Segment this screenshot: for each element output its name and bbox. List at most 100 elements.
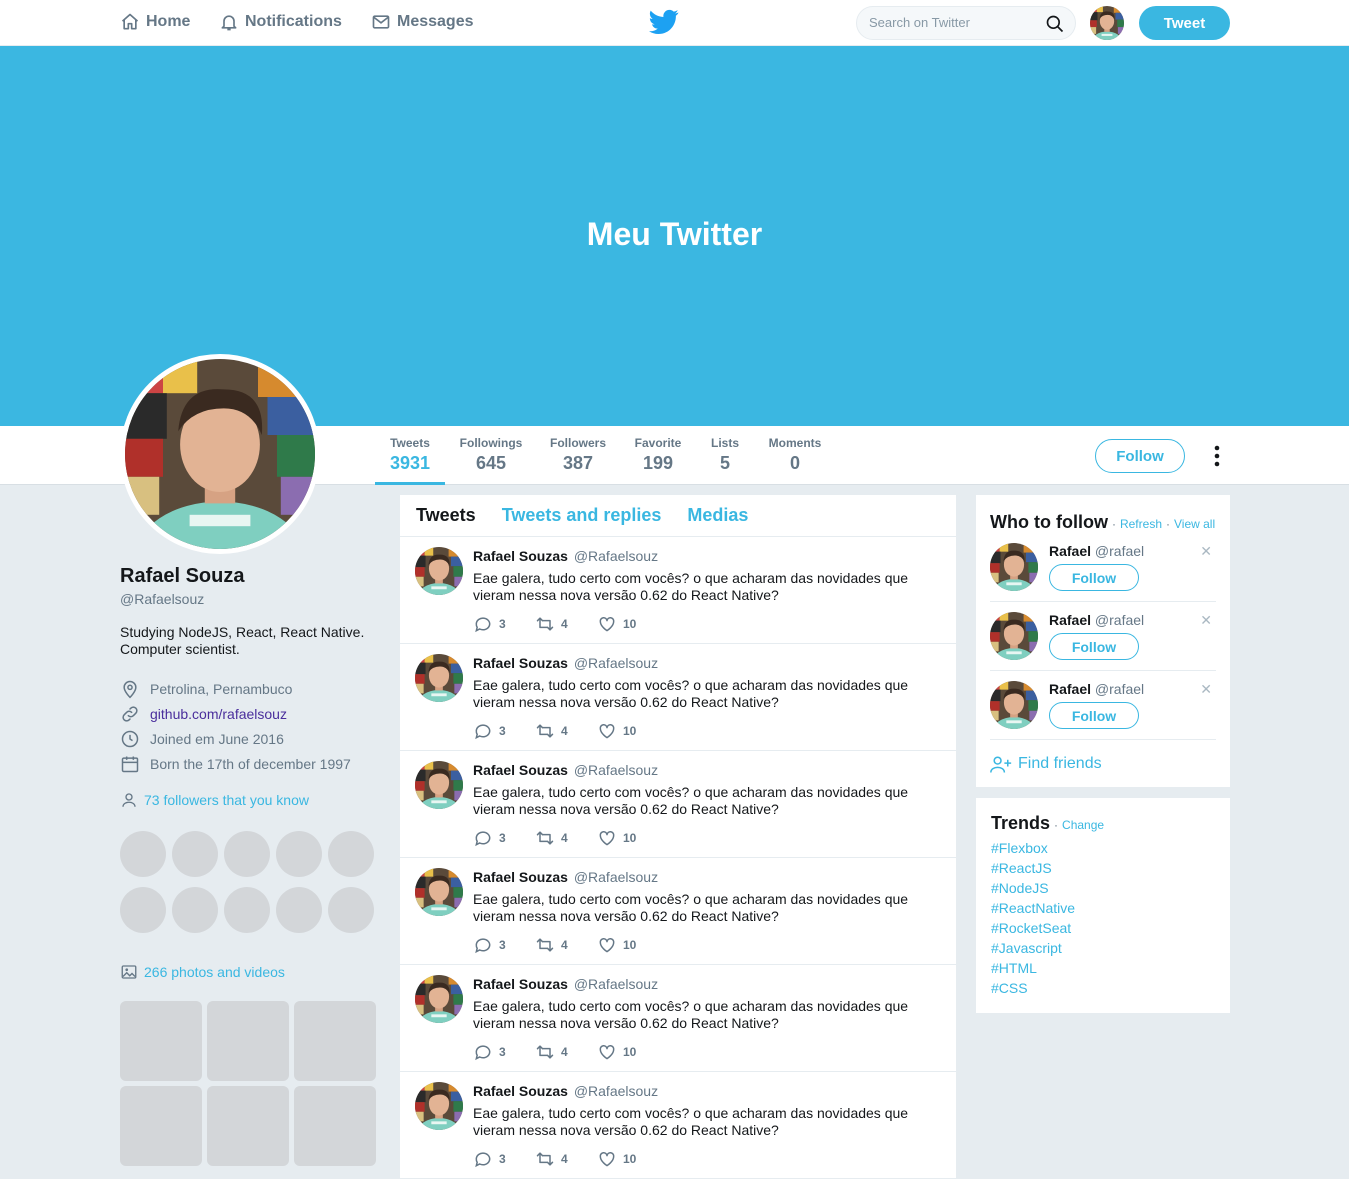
- stat-lists[interactable]: Lists 5: [708, 426, 742, 485]
- suggestion-name[interactable]: Rafael: [1049, 612, 1091, 628]
- photo-placeholder[interactable]: [207, 1086, 289, 1166]
- trend-item[interactable]: #CSS: [991, 978, 1215, 998]
- tweet-avatar[interactable]: [415, 868, 463, 916]
- tweet-item[interactable]: Rafael Souzas @Rafaelsouz Eae galera, tu…: [400, 858, 956, 965]
- reply-button[interactable]: 3: [473, 1149, 513, 1169]
- retweet-button[interactable]: 4: [535, 1042, 575, 1062]
- tab-tweets[interactable]: Tweets: [416, 505, 476, 526]
- tweet-author-handle[interactable]: @Rafaelsouz: [574, 548, 658, 564]
- suggestion-follow-button[interactable]: Follow: [1049, 702, 1139, 729]
- trend-item[interactable]: #RocketSeat: [991, 918, 1215, 938]
- trend-item[interactable]: #Flexbox: [991, 838, 1215, 858]
- tweet-author-name[interactable]: Rafael Souzas: [473, 762, 568, 778]
- dismiss-icon[interactable]: ✕: [1200, 681, 1212, 698]
- like-button[interactable]: 10: [597, 721, 637, 741]
- like-button[interactable]: 10: [597, 1149, 637, 1169]
- followers-you-know-link[interactable]: 73 followers that you know: [120, 791, 380, 809]
- trend-item[interactable]: #ReactJS: [991, 858, 1215, 878]
- photos-videos-link[interactable]: 266 photos and videos: [120, 963, 380, 981]
- tweet-avatar[interactable]: [415, 654, 463, 702]
- suggestion-avatar[interactable]: [990, 543, 1038, 591]
- retweet-button[interactable]: 4: [535, 721, 575, 741]
- tweet-item[interactable]: Rafael Souzas @Rafaelsouz Eae galera, tu…: [400, 751, 956, 858]
- view-all-link[interactable]: View all: [1174, 517, 1215, 531]
- suggestion-name[interactable]: Rafael: [1049, 681, 1091, 697]
- trend-item[interactable]: #Javascript: [991, 938, 1215, 958]
- reply-button[interactable]: 3: [473, 721, 513, 741]
- tweet-author-handle[interactable]: @Rafaelsouz: [574, 655, 658, 671]
- photo-placeholder[interactable]: [294, 1086, 376, 1166]
- follower-avatar-placeholder[interactable]: [328, 831, 374, 877]
- tweet-author-handle[interactable]: @Rafaelsouz: [574, 762, 658, 778]
- tweet-author-name[interactable]: Rafael Souzas: [473, 655, 568, 671]
- like-button[interactable]: 10: [597, 614, 637, 634]
- tweet-author-name[interactable]: Rafael Souzas: [473, 976, 568, 992]
- stat-followers[interactable]: Followers 387: [548, 426, 608, 485]
- nav-notifications[interactable]: Notifications: [219, 12, 342, 32]
- find-friends-text[interactable]: Find friends: [1018, 755, 1102, 773]
- follower-avatar-placeholder[interactable]: [276, 831, 322, 877]
- tab-medias[interactable]: Medias: [687, 505, 748, 526]
- tweet-author-name[interactable]: Rafael Souzas: [473, 1083, 568, 1099]
- tweet-avatar[interactable]: [415, 761, 463, 809]
- tweet-item[interactable]: Rafael Souzas @Rafaelsouz Eae galera, tu…: [400, 644, 956, 751]
- profile-avatar[interactable]: [120, 354, 320, 554]
- stat-favorite[interactable]: Favorite 199: [633, 426, 683, 485]
- stat-moments[interactable]: Moments 0: [766, 426, 824, 485]
- follower-avatar-placeholder[interactable]: [172, 887, 218, 933]
- retweet-button[interactable]: 4: [535, 935, 575, 955]
- follower-avatar-placeholder[interactable]: [224, 831, 270, 877]
- follower-avatar-placeholder[interactable]: [328, 887, 374, 933]
- followers-you-know-text[interactable]: 73 followers that you know: [144, 792, 309, 808]
- reply-button[interactable]: 3: [473, 614, 513, 634]
- suggestion-follow-button[interactable]: Follow: [1049, 564, 1139, 591]
- tweet-avatar[interactable]: [415, 547, 463, 595]
- nav-home[interactable]: Home: [120, 12, 190, 32]
- profile-handle[interactable]: @Rafaelsouz: [120, 591, 380, 607]
- follower-avatar-placeholder[interactable]: [120, 831, 166, 877]
- search-box[interactable]: [856, 6, 1076, 40]
- suggestion-name[interactable]: Rafael: [1049, 543, 1091, 559]
- dismiss-icon[interactable]: ✕: [1200, 612, 1212, 629]
- profile-name[interactable]: Rafael Souza: [120, 565, 380, 588]
- tweet-item[interactable]: Rafael Souzas @Rafaelsouz Eae galera, tu…: [400, 1072, 956, 1179]
- stat-tweets[interactable]: Tweets 3931: [375, 426, 445, 485]
- search-input[interactable]: [869, 15, 1039, 30]
- tweet-author-name[interactable]: Rafael Souzas: [473, 869, 568, 885]
- profile-website[interactable]: github.com/rafaelsouz: [120, 701, 380, 726]
- like-button[interactable]: 10: [597, 935, 637, 955]
- follow-button[interactable]: Follow: [1095, 439, 1185, 473]
- trend-item[interactable]: #NodeJS: [991, 878, 1215, 898]
- follower-avatar-placeholder[interactable]: [276, 887, 322, 933]
- find-friends-link[interactable]: Find friends: [990, 754, 1216, 774]
- tweet-avatar[interactable]: [415, 1082, 463, 1130]
- reply-button[interactable]: 3: [473, 828, 513, 848]
- suggestion-name-row[interactable]: Rafael @rafael: [1049, 612, 1144, 628]
- suggestion-handle[interactable]: @rafael: [1095, 681, 1144, 697]
- tweet-author-name[interactable]: Rafael Souzas: [473, 548, 568, 564]
- twitter-bird-logo[interactable]: [649, 8, 679, 36]
- suggestion-name-row[interactable]: Rafael @rafael: [1049, 543, 1144, 559]
- nav-messages[interactable]: Messages: [371, 12, 474, 32]
- suggestion-handle[interactable]: @rafael: [1095, 612, 1144, 628]
- suggestion-avatar[interactable]: [990, 681, 1038, 729]
- tweet-author-handle[interactable]: @Rafaelsouz: [574, 869, 658, 885]
- retweet-button[interactable]: 4: [535, 828, 575, 848]
- photo-placeholder[interactable]: [120, 1001, 202, 1081]
- tweet-author-handle[interactable]: @Rafaelsouz: [574, 976, 658, 992]
- user-avatar[interactable]: [1090, 6, 1124, 40]
- suggestion-avatar[interactable]: [990, 612, 1038, 660]
- like-button[interactable]: 10: [597, 828, 637, 848]
- photo-placeholder[interactable]: [120, 1086, 202, 1166]
- suggestion-name-row[interactable]: Rafael @rafael: [1049, 681, 1144, 697]
- reply-button[interactable]: 3: [473, 1042, 513, 1062]
- trend-item[interactable]: #HTML: [991, 958, 1215, 978]
- suggestion-handle[interactable]: @rafael: [1095, 543, 1144, 559]
- trend-item[interactable]: #ReactNative: [991, 898, 1215, 918]
- trends-change-link[interactable]: Change: [1062, 818, 1104, 832]
- search-icon[interactable]: [1045, 14, 1065, 34]
- refresh-link[interactable]: Refresh: [1120, 517, 1162, 531]
- follower-avatar-placeholder[interactable]: [172, 831, 218, 877]
- retweet-button[interactable]: 4: [535, 614, 575, 634]
- like-button[interactable]: 10: [597, 1042, 637, 1062]
